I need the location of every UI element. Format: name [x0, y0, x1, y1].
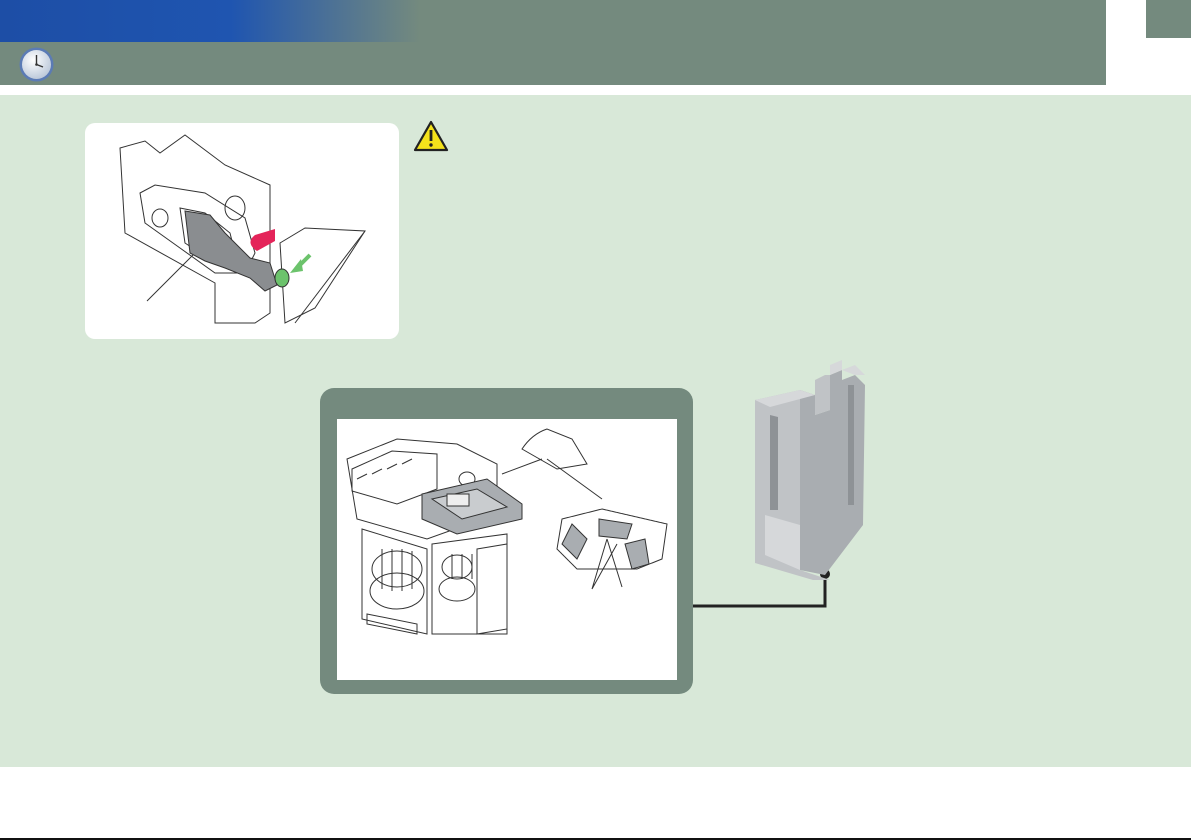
- detail-panel: [320, 388, 693, 694]
- header-tab: [1146, 0, 1191, 38]
- part-illustration: [745, 355, 880, 580]
- header-accent-bar: [0, 0, 420, 42]
- detail-illustration-frame: [337, 419, 677, 680]
- clock-icon: [18, 46, 55, 83]
- warning-icon: [413, 120, 449, 152]
- cleaning-illustration: [346, 428, 668, 635]
- lever-illustration: [119, 134, 366, 324]
- footer: [0, 767, 1191, 840]
- lever-illustration-card: [85, 123, 399, 339]
